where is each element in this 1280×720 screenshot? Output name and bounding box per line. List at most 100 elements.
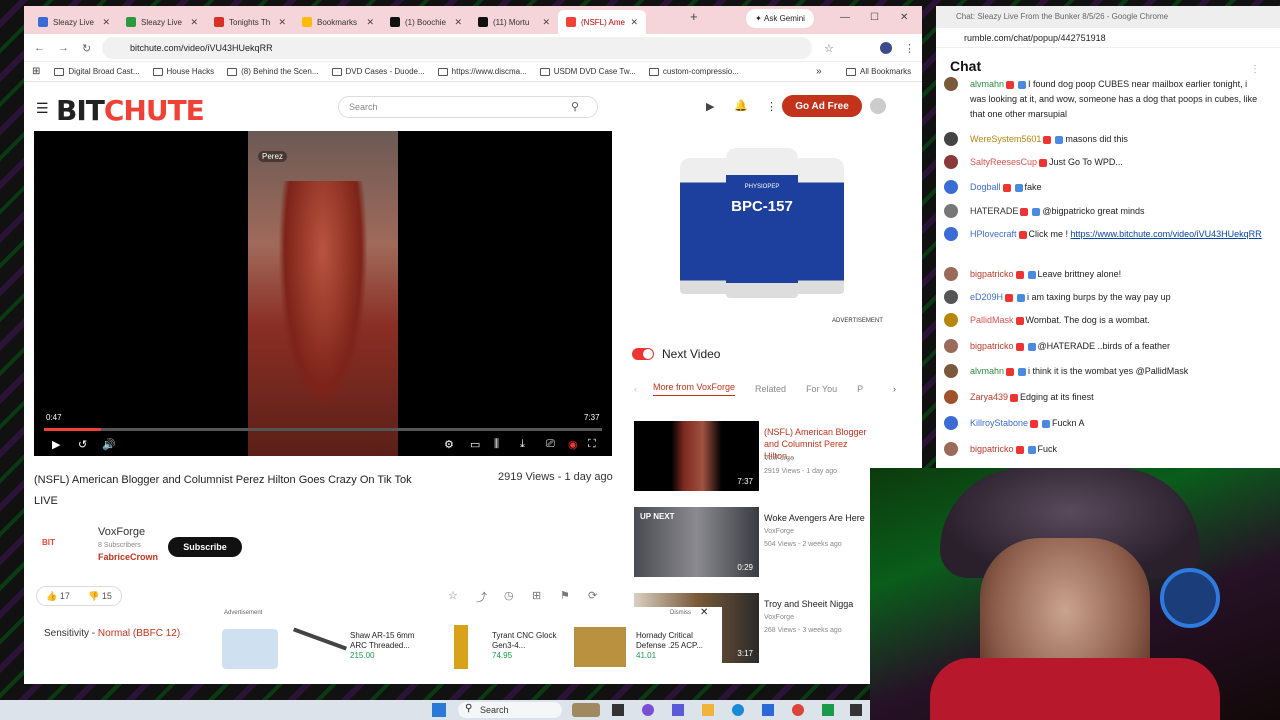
chat-username[interactable]: PallidMask (970, 315, 1014, 325)
apps-icon[interactable]: ⊞ (32, 66, 40, 77)
close-ad-icon[interactable]: ✕ (700, 607, 708, 618)
ad-item-3[interactable]: Hornady Critical Defense .25 ACP... 41.01 (636, 631, 716, 661)
owner-name[interactable]: FabriceCrown (98, 552, 158, 562)
record-icon[interactable]: ◉ (568, 438, 578, 451)
hamburger-icon[interactable]: ☰ (36, 100, 49, 117)
progress-bar[interactable] (44, 428, 602, 431)
new-tab-button[interactable]: + (690, 9, 698, 24)
tab-next-3[interactable]: P (857, 384, 863, 394)
user-avatar[interactable] (944, 267, 958, 281)
user-avatar[interactable] (944, 390, 958, 404)
video-player[interactable]: Perez 0:47 7:37 ▶ ↺ 🔊 ⚙ ▭ ⫼ ⤓ ⎚ ◉ ⛶ (34, 131, 612, 456)
chat-username[interactable]: SaltyReesesCup (970, 157, 1037, 167)
bookmark-1[interactable]: House Hacks (152, 67, 214, 76)
upload-video-icon[interactable]: ▶ (706, 100, 714, 113)
user-avatar[interactable] (944, 132, 958, 146)
taskbar-app-3-icon[interactable] (672, 704, 684, 716)
bookmark-5[interactable]: USDM DVD Case Tw... (539, 67, 636, 76)
chat-username[interactable]: alvmahn (970, 79, 1004, 89)
chat-username[interactable]: KillroyStabone (970, 418, 1028, 428)
next-video-card[interactable]: UP NEXT 0:29 Woke Avengers Are Here VoxForg… (634, 507, 894, 579)
dislike-button[interactable]: 👎 15 (88, 591, 112, 602)
flag-icon[interactable]: ⚑ (560, 589, 570, 602)
fullscreen-icon[interactable]: ⛶ (588, 438, 596, 451)
channel-name[interactable]: VoxForge (98, 526, 145, 538)
chevron-right-icon[interactable]: › (893, 384, 896, 394)
chat-username[interactable]: Dogball (970, 182, 1001, 192)
taskbar-app-5-icon[interactable] (850, 704, 862, 716)
chapters-icon[interactable]: ⫼ (494, 438, 499, 451)
search-icon[interactable]: ⚲ (571, 100, 579, 113)
chat-username[interactable]: WereSystem5601 (970, 134, 1041, 144)
tab-3[interactable]: Bookmarks ✕ (294, 10, 382, 34)
favorite-icon[interactable]: ☆ (448, 589, 458, 602)
volume-icon[interactable]: 🔊 (102, 438, 116, 451)
chat-username[interactable]: bigpatricko (970, 269, 1014, 279)
more-icon[interactable]: ⋮ (766, 100, 777, 113)
share-icon[interactable]: ⤴ (476, 589, 487, 605)
watch-later-icon[interactable]: ◷ (504, 589, 514, 602)
tab-4[interactable]: (1) Boochie ✕ (382, 10, 470, 34)
user-avatar[interactable] (944, 180, 958, 194)
user-avatar[interactable] (944, 442, 958, 456)
chat-username[interactable]: eD209H (970, 292, 1003, 302)
chat-username[interactable]: HPlovecraft (970, 229, 1017, 239)
ad-item-1[interactable]: Shaw AR-15 6mm ARC Threaded... 215.00 (350, 631, 430, 661)
user-avatar[interactable] (944, 416, 958, 430)
taskbar-app-1-icon[interactable] (612, 704, 624, 716)
avatar[interactable] (870, 98, 886, 114)
taskbar-store-icon[interactable] (762, 704, 774, 716)
user-avatar[interactable] (944, 155, 958, 169)
taskbar-app-4-icon[interactable] (822, 704, 834, 716)
tab-close-icon[interactable]: ✕ (630, 17, 638, 28)
forward-icon[interactable]: → (58, 42, 69, 54)
user-avatar[interactable] (944, 204, 958, 218)
ad-item-2[interactable]: Tyrant CNC Glock Gen3-4... 74.95 (492, 631, 572, 661)
user-avatar[interactable] (944, 227, 958, 241)
taskbar-widget-icon[interactable] (572, 703, 600, 717)
chat-link[interactable]: https://www.bitchute.com/video/iVU43HUek… (1071, 229, 1262, 239)
more-bookmarks-icon[interactable]: » (816, 66, 822, 77)
menu-icon[interactable]: ⋮ (904, 42, 915, 55)
taskbar-edge-icon[interactable] (732, 704, 744, 716)
chat-username[interactable]: bigpatricko (970, 444, 1014, 454)
chevron-left-icon[interactable]: ‹ (634, 384, 637, 394)
maximize-button[interactable]: ☐ (870, 12, 879, 23)
tab-close-icon[interactable]: ✕ (542, 17, 550, 28)
bitchute-logo[interactable]: BITCHUTE (56, 94, 205, 127)
playlist-add-icon[interactable]: ⊞ (532, 589, 541, 602)
channel-avatar[interactable]: BIT (42, 538, 55, 547)
profile-icon[interactable] (880, 42, 892, 54)
go-ad-free-button[interactable]: Go Ad Free (782, 95, 862, 117)
bookmark-4[interactable]: https://www.discma... (437, 67, 527, 76)
tab-1[interactable]: Sleazy Live ✕ (118, 10, 206, 34)
search-input[interactable]: Search (338, 96, 598, 118)
user-avatar[interactable] (944, 290, 958, 304)
bookmark-2[interactable]: (8) Behind the Scen... (227, 67, 319, 76)
taskbar-chrome-icon[interactable] (792, 704, 804, 716)
star-icon[interactable]: ☆ (824, 42, 834, 55)
tab-close-icon[interactable]: ✕ (102, 17, 110, 28)
ask-gemini-button[interactable]: ✦ Ask Gemini (746, 9, 814, 28)
tab-6[interactable]: (NSFL) Ame ✕ (558, 10, 646, 34)
user-avatar[interactable] (944, 77, 958, 91)
tab-close-icon[interactable]: ✕ (366, 17, 374, 28)
download-icon[interactable]: ⤓ (520, 438, 525, 451)
subscribe-button[interactable]: Subscribe (168, 537, 242, 557)
tab-next-2[interactable]: For You (806, 384, 837, 394)
all-bookmarks[interactable]: All Bookmarks (846, 67, 911, 76)
taskbar-search[interactable]: Search (458, 702, 562, 718)
like-button[interactable]: 👍 17 (46, 591, 70, 602)
play-icon[interactable]: ▶ (52, 438, 60, 451)
tab-next-0[interactable]: More from VoxForge (653, 382, 736, 396)
chat-username[interactable]: HATERADE (970, 206, 1018, 216)
user-avatar[interactable] (944, 364, 958, 378)
tab-close-icon[interactable]: ✕ (454, 17, 462, 28)
tab-0[interactable]: Sleazy Live ✕ (30, 10, 118, 34)
taskbar-app-2-icon[interactable] (642, 704, 654, 716)
bookmark-0[interactable]: Digital Broad Cast... (54, 67, 140, 76)
settings-icon[interactable]: ⚙ (444, 438, 454, 451)
ad-product-image[interactable]: PHYSIOPEP BPC-157 (676, 144, 848, 298)
next-video-card[interactable]: 7:37 (NSFL) American Blogger and Columnis… (634, 421, 894, 493)
user-avatar[interactable] (944, 313, 958, 327)
